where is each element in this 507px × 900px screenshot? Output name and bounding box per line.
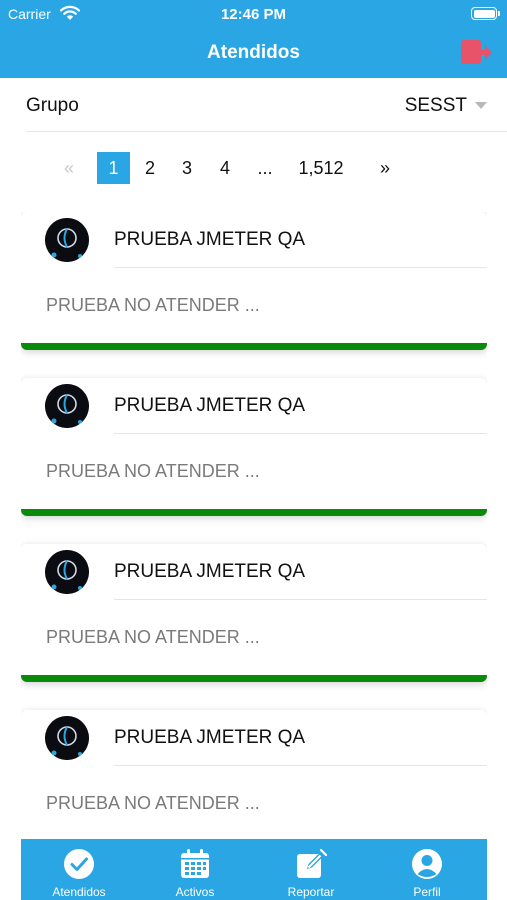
group-select[interactable]: SESST [405, 95, 487, 117]
divider [114, 267, 487, 268]
ticket-card[interactable]: PRUEBA JMETER QA PRUEBA NO ATENDER ... [21, 378, 487, 516]
logo-icon [45, 218, 89, 262]
chevron-down-icon [475, 102, 487, 110]
logo-icon [45, 384, 89, 428]
ticket-description: PRUEBA NO ATENDER ... [46, 627, 260, 647]
ticket-title: PRUEBA JMETER QA [114, 561, 306, 582]
logo-icon [45, 716, 89, 760]
active-tab-indicator [68, 836, 90, 839]
avatar [45, 218, 89, 262]
page-3-button[interactable]: 3 [173, 152, 201, 184]
ticket-card[interactable]: PRUEBA JMETER QA PRUEBA NO ATENDER ... [21, 710, 487, 839]
group-select-value: SESST [404, 95, 467, 116]
ticket-title: PRUEBA JMETER QA [114, 727, 306, 748]
status-bar-indicator [21, 343, 487, 350]
tab-activos[interactable]: Activos [137, 839, 253, 900]
tab-label: Perfil [413, 885, 441, 899]
ticket-title: PRUEBA JMETER QA [114, 229, 306, 250]
ticket-description: PRUEBA NO ATENDER ... [46, 461, 260, 481]
calendar-icon [181, 849, 209, 878]
ticket-card[interactable]: PRUEBA JMETER QA PRUEBA NO ATENDER ... [21, 212, 487, 350]
status-bar-indicator [21, 675, 487, 682]
logo-icon [45, 550, 89, 594]
edit-icon [297, 848, 327, 878]
ticket-description: PRUEBA NO ATENDER ... [46, 295, 260, 315]
group-label: Grupo [26, 95, 79, 116]
group-filter-row: Grupo SESST [26, 80, 507, 132]
tab-reportar[interactable]: Reportar [253, 839, 369, 900]
battery-icon [471, 7, 500, 20]
tab-perfil[interactable]: Perfil [369, 839, 485, 900]
avatar [45, 716, 89, 760]
tab-atendidos[interactable]: Atendidos [21, 836, 137, 900]
status-bar-indicator [21, 509, 487, 516]
pagination: « 1 2 3 4 ... 1,512 » [0, 152, 507, 184]
page-1-button[interactable]: 1 [97, 152, 130, 184]
page-2-button[interactable]: 2 [136, 152, 164, 184]
page-title: Atendidos [207, 42, 300, 63]
page-last-button[interactable]: 1,512 [292, 152, 350, 184]
ticket-title: PRUEBA JMETER QA [114, 395, 306, 416]
logout-icon [461, 40, 492, 64]
tab-label: Atendidos [52, 885, 106, 899]
pagination-prev[interactable]: « [56, 152, 82, 184]
ticket-card[interactable]: PRUEBA JMETER QA PRUEBA NO ATENDER ... [21, 544, 487, 682]
ticket-description: PRUEBA NO ATENDER ... [46, 793, 260, 813]
divider [114, 433, 487, 434]
tab-bar: Atendidos Activos Reportar Perfil [21, 836, 487, 900]
status-time: 12:46 PM [220, 6, 287, 23]
user-icon [412, 849, 442, 879]
divider [114, 765, 487, 766]
check-circle-icon [64, 849, 94, 879]
divider [114, 599, 487, 600]
nav-bar: Atendidos [0, 30, 507, 78]
pagination-ellipsis: ... [257, 158, 273, 178]
status-bar: Carrier 12:46 PM [0, 0, 507, 30]
avatar [45, 550, 89, 594]
tab-label: Reportar [287, 885, 335, 899]
tab-label: Activos [175, 885, 215, 899]
ticket-list: PRUEBA JMETER QA PRUEBA NO ATENDER ... P… [21, 212, 487, 839]
avatar [45, 384, 89, 428]
page-4-button[interactable]: 4 [211, 152, 239, 184]
pagination-next[interactable]: » [372, 152, 398, 184]
logout-button[interactable] [459, 38, 493, 68]
